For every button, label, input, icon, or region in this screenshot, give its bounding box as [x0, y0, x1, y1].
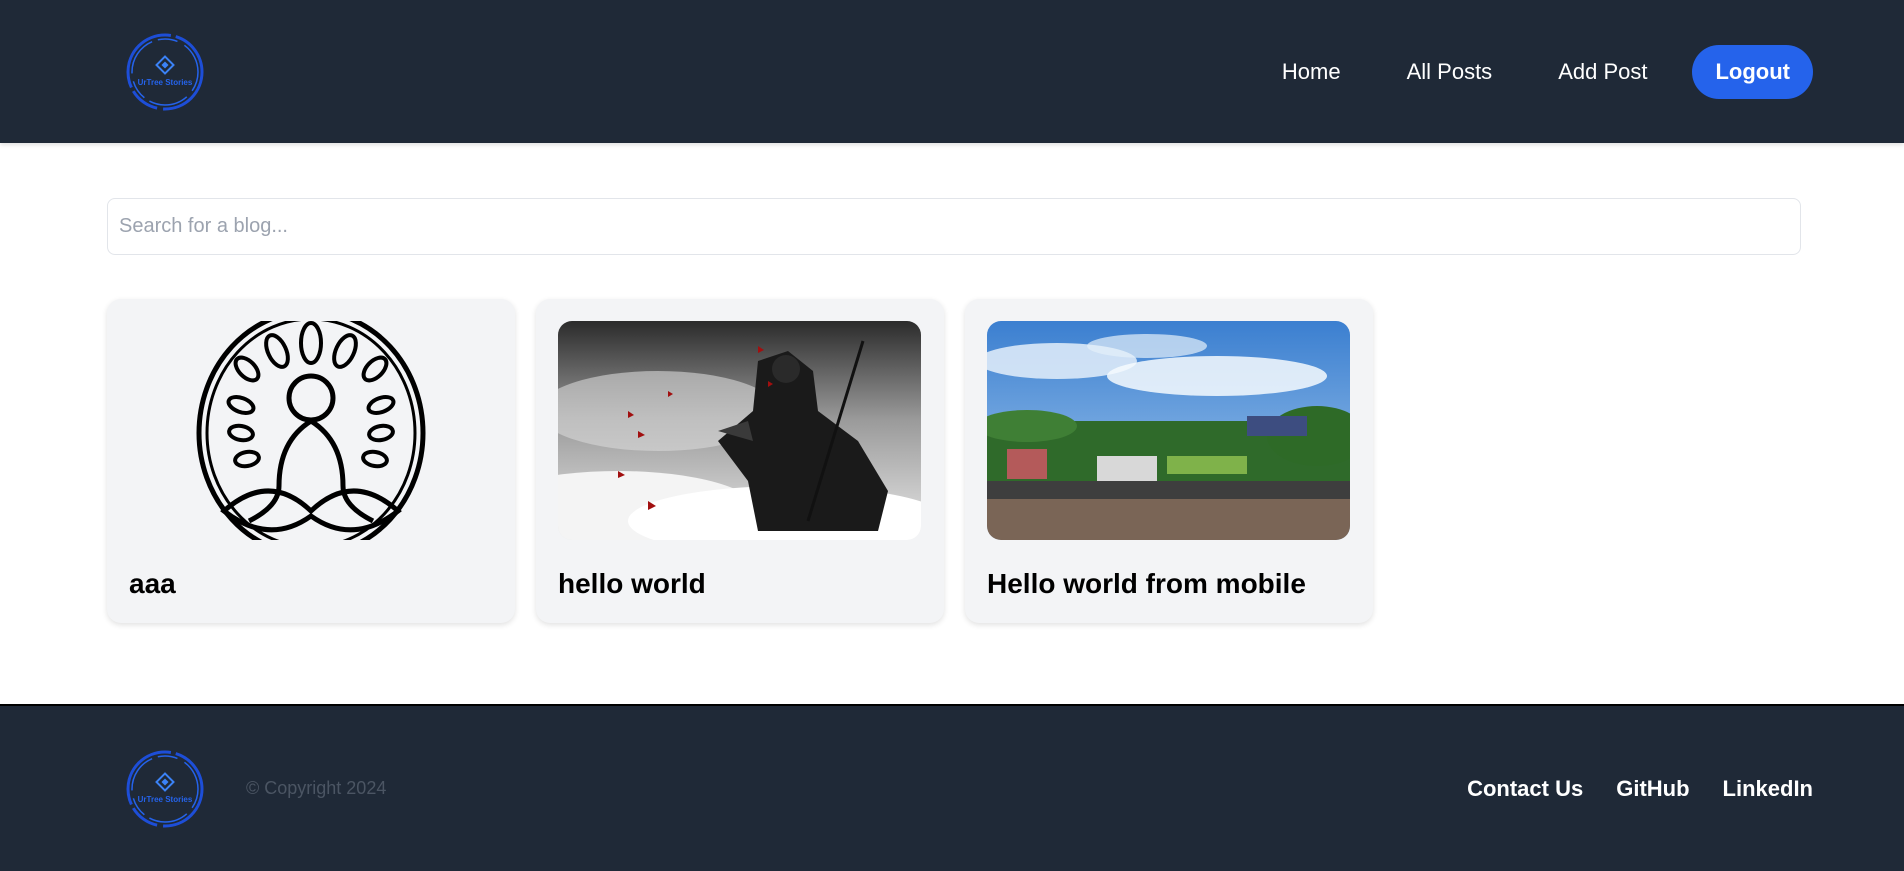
footer-logo[interactable]: UrTree Stories	[124, 748, 206, 830]
footer-link-github[interactable]: GitHub	[1616, 776, 1689, 802]
site-logo[interactable]: UrTree Stories	[124, 31, 206, 113]
nav-add-post[interactable]: Add Post	[1525, 59, 1680, 85]
main-nav: Home All Posts Add Post Logout	[1249, 44, 1813, 99]
cityscape-photo	[987, 321, 1350, 540]
main-content: aaa	[0, 143, 1904, 704]
post-list: aaa hello world Hello world from mobile	[107, 299, 1797, 623]
post-title: hello world	[558, 568, 706, 599]
footer-link-linkedin[interactable]: LinkedIn	[1723, 776, 1813, 802]
nav-all-posts[interactable]: All Posts	[1374, 59, 1526, 85]
post-title: aaa	[129, 568, 176, 599]
post-card[interactable]: aaa	[107, 299, 515, 623]
nav-home[interactable]: Home	[1249, 59, 1374, 85]
search-input[interactable]	[107, 198, 1801, 255]
site-header: UrTree Stories Home All Posts Add Post L…	[0, 0, 1904, 143]
copyright-text: © Copyright 2024	[246, 778, 387, 798]
post-title: Hello world from mobile	[987, 568, 1306, 599]
meditation-tree-icon	[129, 321, 492, 540]
post-card[interactable]: hello world	[536, 299, 944, 623]
footer-brand: UrTree Stories © Copyright 2024	[124, 748, 386, 830]
footer-logo-text: UrTree Stories	[137, 795, 193, 804]
post-card[interactable]: Hello world from mobile	[965, 299, 1373, 623]
logo-text: UrTree Stories	[137, 78, 193, 87]
footer-link-contact[interactable]: Contact Us	[1467, 776, 1583, 802]
samurai-artwork	[558, 321, 921, 540]
site-footer: UrTree Stories © Copyright 2024 Contact …	[0, 704, 1904, 871]
logout-button[interactable]: Logout	[1692, 44, 1813, 99]
footer-links: Contact Us GitHub LinkedIn	[1467, 776, 1813, 802]
